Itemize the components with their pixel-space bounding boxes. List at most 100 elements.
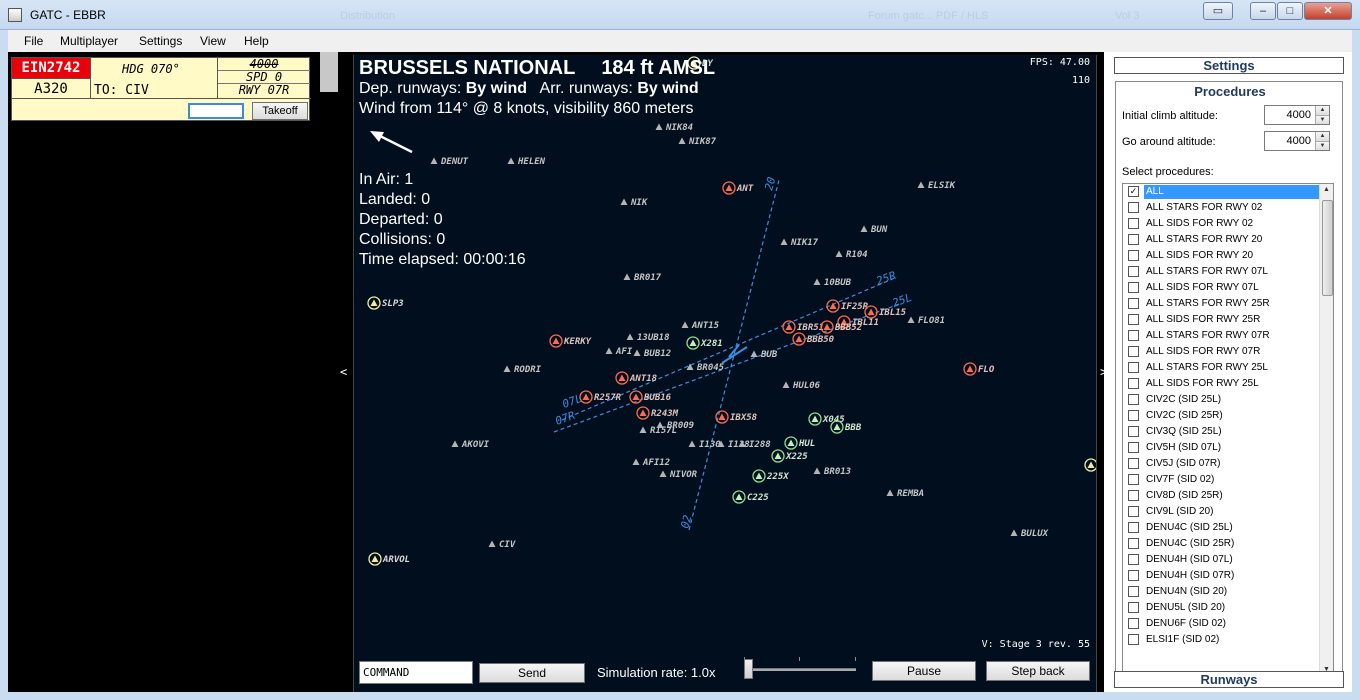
procedure-checkbox[interactable]: [1128, 538, 1139, 549]
procedure-checkbox[interactable]: [1128, 586, 1139, 597]
procedure-list-item[interactable]: DENU4C (SID 25L): [1123, 520, 1319, 536]
spin-up-icon[interactable]: ▲: [1315, 132, 1329, 141]
procedure-checkbox[interactable]: [1128, 570, 1139, 581]
initial-climb-value: 4000: [1286, 109, 1311, 121]
procedures-scrollbar[interactable]: ▲ ▼: [1319, 184, 1333, 677]
procedure-list-item[interactable]: CIV5H (SID 07L): [1123, 440, 1319, 456]
procedure-checkbox[interactable]: [1128, 314, 1139, 325]
collapse-left-arrow[interactable]: <: [340, 365, 347, 379]
procedure-checkbox[interactable]: [1128, 218, 1139, 229]
procedure-checkbox[interactable]: [1128, 250, 1139, 261]
fix-label: ARVOL: [382, 555, 410, 565]
menu-settings[interactable]: Settings: [139, 34, 182, 48]
procedure-list-item[interactable]: DENU4N (SID 20): [1123, 584, 1319, 600]
procedure-list-item[interactable]: ALL SIDS FOR RWY 25R: [1123, 312, 1319, 328]
procedure-list-item[interactable]: ALL STARS FOR RWY 07R: [1123, 328, 1319, 344]
procedure-list-item[interactable]: ALL SIDS FOR RWY 07R: [1123, 344, 1319, 360]
spin-up-icon[interactable]: ▲: [1315, 106, 1329, 115]
procedure-checkbox[interactable]: [1128, 602, 1139, 613]
strip-command-input[interactable]: [188, 103, 244, 119]
procedure-checkbox[interactable]: [1128, 234, 1139, 245]
spin-down-icon[interactable]: ▼: [1315, 115, 1329, 124]
procedure-checkbox[interactable]: [1128, 442, 1139, 453]
step-back-button[interactable]: Step back: [986, 661, 1090, 681]
procedure-checkbox[interactable]: [1128, 554, 1139, 565]
procedure-checkbox[interactable]: [1128, 458, 1139, 469]
procedure-list-item[interactable]: CIV9L (SID 20): [1123, 504, 1319, 520]
procedure-list-item[interactable]: ALL STARS FOR RWY 07L: [1123, 264, 1319, 280]
procedure-checkbox[interactable]: [1128, 634, 1139, 645]
fix-triangle-icon: [656, 421, 664, 428]
pause-button[interactable]: Pause: [872, 661, 976, 681]
settings-header[interactable]: Settings: [1114, 57, 1344, 74]
procedure-list-item[interactable]: DENU4H (SID 07L): [1123, 552, 1319, 568]
procedure-checkbox[interactable]: [1128, 618, 1139, 629]
procedure-list-item[interactable]: CIV3Q (SID 25L): [1123, 424, 1319, 440]
maximize-button[interactable]: □: [1277, 2, 1303, 20]
procedure-checkbox[interactable]: [1128, 522, 1139, 533]
procedure-list-item[interactable]: ALL SIDS FOR RWY 20: [1123, 248, 1319, 264]
procedure-list-item[interactable]: CIV8D (SID 25R): [1123, 488, 1319, 504]
procedure-checkbox[interactable]: [1128, 362, 1139, 373]
procedure-list-item[interactable]: DENU4H (SID 07R): [1123, 568, 1319, 584]
procedure-list-item[interactable]: CIV7F (SID 02): [1123, 472, 1319, 488]
procedure-checkbox[interactable]: ✓: [1128, 186, 1139, 197]
radar-scope[interactable]: 20 02 25R 25L 07R 07L NIK84 NIK87 DENUT HELEN ELS…: [353, 55, 1097, 692]
procedure-list-item[interactable]: DENU6F (SID 02): [1123, 616, 1319, 632]
menu-multiplayer[interactable]: Multiplayer: [60, 34, 118, 48]
procedure-checkbox[interactable]: [1128, 266, 1139, 277]
procedure-list-item[interactable]: ✓ ALL: [1123, 184, 1319, 200]
takeoff-button[interactable]: Takeoff: [252, 102, 308, 120]
slider-thumb[interactable]: [744, 659, 753, 679]
procedure-list-item[interactable]: ELSI1F (SID 02): [1123, 632, 1319, 648]
procedure-label: CIV2C (SID 25R): [1146, 410, 1223, 421]
restore-view-button[interactable]: ▭: [1203, 2, 1233, 20]
procedure-checkbox[interactable]: [1128, 410, 1139, 421]
procedure-checkbox[interactable]: [1128, 330, 1139, 341]
fix-label: AFI: [615, 347, 633, 357]
scrollbar-thumb[interactable]: [320, 52, 338, 92]
minimize-button[interactable]: –: [1250, 2, 1276, 20]
procedure-list-item[interactable]: ALL SIDS FOR RWY 02: [1123, 216, 1319, 232]
strip-callsign: EIN2742: [12, 58, 90, 78]
procedure-list-item[interactable]: CIV2C (SID 25R): [1123, 408, 1319, 424]
procedure-label: CIV7F (SID 02): [1146, 474, 1215, 485]
procedure-list-item[interactable]: CIV5J (SID 07R): [1123, 456, 1319, 472]
procedure-checkbox[interactable]: [1128, 298, 1139, 309]
procedure-list-item[interactable]: ALL STARS FOR RWY 25L: [1123, 360, 1319, 376]
close-button[interactable]: ✕: [1304, 2, 1352, 20]
scrollbar-thumb[interactable]: [1322, 200, 1333, 296]
procedure-checkbox[interactable]: [1128, 474, 1139, 485]
procedure-list-item[interactable]: ALL STARS FOR RWY 02: [1123, 200, 1319, 216]
menu-help[interactable]: Help: [244, 34, 269, 48]
menu-file[interactable]: File: [24, 34, 43, 48]
procedure-checkbox[interactable]: [1128, 282, 1139, 293]
flight-strip[interactable]: EIN2742 A320 HDG 070° TO: CIV 4000 SPD 0…: [11, 57, 311, 121]
strip-scrollbar[interactable]: [320, 52, 338, 692]
send-button[interactable]: Send: [479, 663, 585, 683]
procedure-checkbox[interactable]: [1128, 346, 1139, 357]
menu-view[interactable]: View: [200, 34, 226, 48]
procedure-checkbox[interactable]: [1128, 202, 1139, 213]
spin-down-icon[interactable]: ▼: [1315, 141, 1329, 150]
procedure-list-item[interactable]: ALL STARS FOR RWY 20: [1123, 232, 1319, 248]
procedure-list-item[interactable]: ALL STARS FOR RWY 25R: [1123, 296, 1319, 312]
procedure-list-item[interactable]: DENU4C (SID 25R): [1123, 536, 1319, 552]
procedure-checkbox[interactable]: [1128, 394, 1139, 405]
procedure-list-item[interactable]: ALL SIDS FOR RWY 07L: [1123, 280, 1319, 296]
procedure-checkbox[interactable]: [1128, 506, 1139, 517]
procedure-list-item[interactable]: CIV2C (SID 25L): [1123, 392, 1319, 408]
procedure-checkbox[interactable]: [1128, 426, 1139, 437]
initial-climb-spinner[interactable]: 4000 ▲ ▼: [1264, 105, 1330, 125]
procedures-list[interactable]: ELSI1F (SID 02) DENU6F (SID 02) DENU5L (SI…: [1122, 183, 1334, 678]
procedure-list-item[interactable]: ALL SIDS FOR RWY 25L: [1123, 376, 1319, 392]
simulation-rate-slider[interactable]: [744, 657, 856, 681]
runways-header[interactable]: Runways: [1114, 671, 1344, 688]
command-input[interactable]: COMMAND: [359, 661, 473, 684]
procedure-checkbox[interactable]: [1128, 490, 1139, 501]
go-around-spinner[interactable]: 4000 ▲ ▼: [1264, 131, 1330, 151]
fix-triangle-icon: [785, 323, 793, 330]
procedure-list-item[interactable]: DENU5L (SID 20): [1123, 600, 1319, 616]
procedure-checkbox[interactable]: [1128, 378, 1139, 389]
scroll-up-icon[interactable]: ▲: [1323, 186, 1330, 193]
